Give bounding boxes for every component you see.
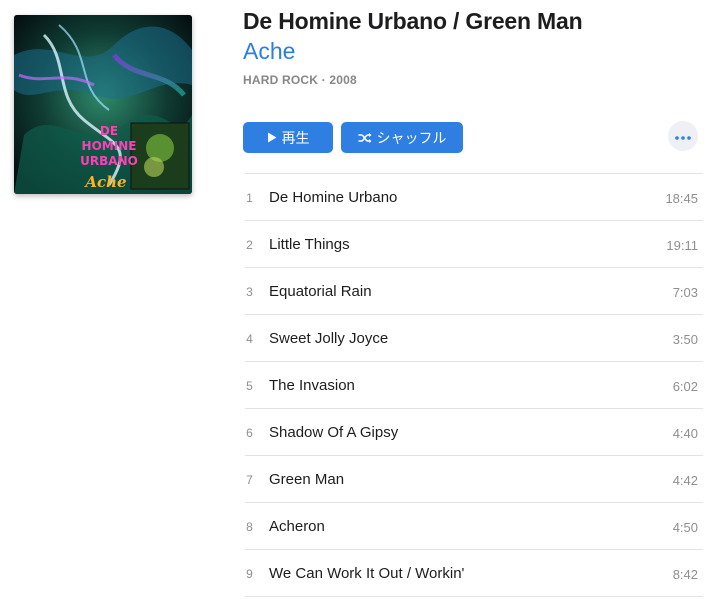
cover-text-line-2: HOMINE [82,139,137,153]
artist-link[interactable]: Ache [243,38,295,65]
cover-logo: Ache [83,173,126,191]
track-title: Equatorial Rain [269,283,372,300]
track-title: The Invasion [269,377,355,394]
track-duration: 4:50 [672,520,698,535]
album-page: DE HOMINE URBANO Ache De Homine Urbano /… [0,0,718,613]
track-number: 6 [246,426,253,440]
track-list: 1 De Homine Urbano 18:45 2 Little Things… [245,173,703,597]
track-number: 7 [246,473,253,487]
track-duration: 8:42 [672,567,698,582]
track-title: Acheron [269,518,325,535]
track-duration: 7:03 [672,285,698,300]
track-row[interactable]: 7 Green Man 4:42 [245,456,703,503]
track-row[interactable]: 6 Shadow Of A Gipsy 4:40 [245,409,703,456]
shuffle-button[interactable]: シャッフル [341,122,463,153]
track-row[interactable]: 3 Equatorial Rain 7:03 [245,268,703,315]
album-meta: HARD ROCK · 2008 [243,73,357,87]
track-number: 5 [246,379,253,393]
track-number: 2 [246,238,253,252]
track-duration: 4:40 [672,426,698,441]
track-duration: 18:45 [665,191,698,206]
more-options-button[interactable] [668,121,698,151]
track-row[interactable]: 9 We Can Work It Out / Workin' 8:42 [245,550,703,597]
track-number: 9 [246,567,253,581]
track-duration: 3:50 [672,332,698,347]
track-number: 8 [246,520,253,534]
track-title: Shadow Of A Gipsy [269,424,399,441]
album-title: De Homine Urbano / Green Man [243,8,583,34]
track-duration: 6:02 [672,379,698,394]
cover-text-line-3: URBANO [80,154,138,168]
track-row[interactable]: 2 Little Things 19:11 [245,221,703,268]
track-title: De Homine Urbano [269,189,398,206]
play-button-label: 再生 [281,130,310,147]
track-duration: 4:42 [672,473,698,488]
track-row[interactable]: 4 Sweet Jolly Joyce 3:50 [245,315,703,362]
track-title: Green Man [269,471,345,488]
track-number: 4 [246,332,253,346]
track-title: Little Things [269,236,350,253]
play-button[interactable]: 再生 [243,122,333,153]
album-cover-art: DE HOMINE URBANO Ache [14,15,192,194]
play-icon [267,132,277,143]
track-row[interactable]: 8 Acheron 4:50 [245,503,703,550]
track-duration: 19:11 [666,238,698,253]
ellipsis-icon [675,127,691,145]
shuffle-icon [358,132,372,144]
track-title: We Can Work It Out / Workin' [269,565,465,582]
track-title: Sweet Jolly Joyce [269,330,389,347]
album-artwork[interactable]: DE HOMINE URBANO Ache [14,15,192,194]
track-number: 3 [246,285,253,299]
track-row[interactable]: 1 De Homine Urbano 18:45 [245,174,703,221]
track-number: 1 [246,191,253,205]
shuffle-button-label: シャッフル [376,130,447,147]
track-row[interactable]: 5 The Invasion 6:02 [245,362,703,409]
cover-text-line-1: DE [100,124,118,138]
